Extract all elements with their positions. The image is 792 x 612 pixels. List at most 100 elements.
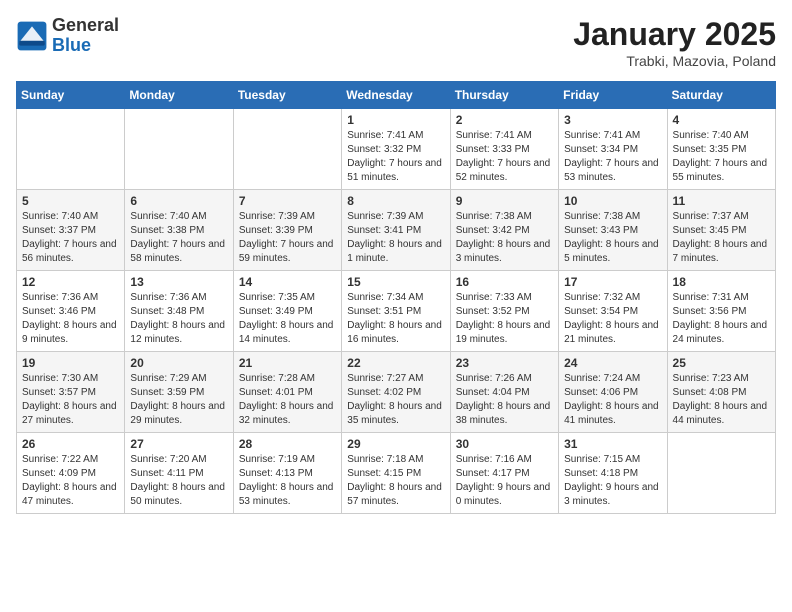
calendar-cell: 19Sunrise: 7:30 AM Sunset: 3:57 PM Dayli… <box>17 352 125 433</box>
day-info: Sunrise: 7:39 AM Sunset: 3:39 PM Dayligh… <box>239 210 336 266</box>
day-number: 29 <box>347 437 444 451</box>
weekday-header-row: SundayMondayTuesdayWednesdayThursdayFrid… <box>17 82 776 109</box>
day-number: 19 <box>22 356 119 370</box>
calendar-week-4: 19Sunrise: 7:30 AM Sunset: 3:57 PM Dayli… <box>17 352 776 433</box>
calendar-cell: 13Sunrise: 7:36 AM Sunset: 3:48 PM Dayli… <box>125 271 233 352</box>
day-info: Sunrise: 7:32 AM Sunset: 3:54 PM Dayligh… <box>564 291 661 347</box>
calendar-cell: 20 Sunrise: 7:29 AM Sunset: 3:59 PM Dayli… <box>125 352 233 433</box>
weekday-wednesday: Wednesday <box>342 82 450 109</box>
calendar-cell <box>233 109 341 190</box>
day-info: Sunrise: 7:41 AM Sunset: 3:34 PM Dayligh… <box>564 129 661 185</box>
day-number: 17 <box>564 275 661 289</box>
calendar-cell: 15 Sunrise: 7:34 AM Sunset: 3:51 PM Dayli… <box>342 271 450 352</box>
calendar-cell: 2Sunrise: 7:41 AM Sunset: 3:33 PM Daylig… <box>450 109 558 190</box>
calendar-cell: 6 Sunrise: 7:40 AM Sunset: 3:38 PM Daylig… <box>125 190 233 271</box>
day-info: Sunrise: 7:24 AM Sunset: 4:06 PM Dayligh… <box>564 372 661 428</box>
calendar-cell: 10 Sunrise: 7:38 AM Sunset: 3:43 PM Dayli… <box>559 190 667 271</box>
day-number: 31 <box>564 437 661 451</box>
day-number: 16 <box>456 275 553 289</box>
calendar-cell: 18Sunrise: 7:31 AM Sunset: 3:56 PM Dayli… <box>667 271 775 352</box>
month-title: January 2025 <box>573 16 776 53</box>
calendar-cell: 22 Sunrise: 7:27 AM Sunset: 4:02 PM Dayli… <box>342 352 450 433</box>
day-info: Sunrise: 7:33 AM Sunset: 3:52 PM Dayligh… <box>456 291 553 347</box>
day-number: 18 <box>673 275 770 289</box>
calendar-week-3: 12Sunrise: 7:36 AM Sunset: 3:46 PM Dayli… <box>17 271 776 352</box>
calendar-cell <box>17 109 125 190</box>
calendar-cell: 24Sunrise: 7:24 AM Sunset: 4:06 PM Dayli… <box>559 352 667 433</box>
day-info: Sunrise: 7:28 AM Sunset: 4:01 PM Dayligh… <box>239 372 336 428</box>
calendar-week-1: 1 Sunrise: 7:41 AM Sunset: 3:32 PM Daylig… <box>17 109 776 190</box>
calendar-cell: 23 Sunrise: 7:26 AM Sunset: 4:04 PM Dayli… <box>450 352 558 433</box>
calendar-week-2: 5 Sunrise: 7:40 AM Sunset: 3:37 PM Daylig… <box>17 190 776 271</box>
day-info: Sunrise: 7:22 AM Sunset: 4:09 PM Dayligh… <box>22 453 119 509</box>
day-number: 30 <box>456 437 553 451</box>
weekday-saturday: Saturday <box>667 82 775 109</box>
day-info: Sunrise: 7:36 AM Sunset: 3:46 PM Dayligh… <box>22 291 119 347</box>
day-info: Sunrise: 7:15 AM Sunset: 4:18 PM Dayligh… <box>564 453 661 509</box>
day-info: Sunrise: 7:40 AM Sunset: 3:37 PM Dayligh… <box>22 210 119 266</box>
calendar-cell: 4 Sunrise: 7:40 AM Sunset: 3:35 PM Daylig… <box>667 109 775 190</box>
day-info: Sunrise: 7:18 AM Sunset: 4:15 PM Dayligh… <box>347 453 444 509</box>
calendar-body: 1 Sunrise: 7:41 AM Sunset: 3:32 PM Daylig… <box>17 109 776 514</box>
calendar-cell: 26 Sunrise: 7:22 AM Sunset: 4:09 PM Dayli… <box>17 433 125 514</box>
day-number: 21 <box>239 356 336 370</box>
day-info: Sunrise: 7:41 AM Sunset: 3:33 PM Dayligh… <box>456 129 553 185</box>
day-info: Sunrise: 7:34 AM Sunset: 3:51 PM Dayligh… <box>347 291 444 347</box>
day-info: Sunrise: 7:16 AM Sunset: 4:17 PM Dayligh… <box>456 453 553 509</box>
day-number: 15 <box>347 275 444 289</box>
day-number: 20 <box>130 356 227 370</box>
day-number: 27 <box>130 437 227 451</box>
calendar-cell: 17 Sunrise: 7:32 AM Sunset: 3:54 PM Dayli… <box>559 271 667 352</box>
day-info: Sunrise: 7:19 AM Sunset: 4:13 PM Dayligh… <box>239 453 336 509</box>
day-number: 22 <box>347 356 444 370</box>
calendar-cell: 11 Sunrise: 7:37 AM Sunset: 3:45 PM Dayli… <box>667 190 775 271</box>
calendar-cell: 8Sunrise: 7:39 AM Sunset: 3:41 PM Daylig… <box>342 190 450 271</box>
calendar-cell: 27 Sunrise: 7:20 AM Sunset: 4:11 PM Dayli… <box>125 433 233 514</box>
calendar-week-5: 26 Sunrise: 7:22 AM Sunset: 4:09 PM Dayli… <box>17 433 776 514</box>
logo-general: General <box>52 16 119 36</box>
day-info: Sunrise: 7:29 AM Sunset: 3:59 PM Dayligh… <box>130 372 227 428</box>
day-number: 23 <box>456 356 553 370</box>
calendar-cell: 7Sunrise: 7:39 AM Sunset: 3:39 PM Daylig… <box>233 190 341 271</box>
page-header: General Blue January 2025 Trabki, Mazovi… <box>16 16 776 69</box>
logo: General Blue <box>16 16 119 56</box>
calendar-cell <box>125 109 233 190</box>
day-number: 4 <box>673 113 770 127</box>
day-info: Sunrise: 7:40 AM Sunset: 3:35 PM Dayligh… <box>673 129 770 185</box>
logo-blue: Blue <box>52 36 119 56</box>
day-info: Sunrise: 7:23 AM Sunset: 4:08 PM Dayligh… <box>673 372 770 428</box>
day-info: Sunrise: 7:37 AM Sunset: 3:45 PM Dayligh… <box>673 210 770 266</box>
calendar-table: SundayMondayTuesdayWednesdayThursdayFrid… <box>16 81 776 514</box>
calendar-cell: 28 Sunrise: 7:19 AM Sunset: 4:13 PM Dayli… <box>233 433 341 514</box>
day-info: Sunrise: 7:36 AM Sunset: 3:48 PM Dayligh… <box>130 291 227 347</box>
weekday-monday: Monday <box>125 82 233 109</box>
calendar-cell <box>667 433 775 514</box>
calendar-cell: 30 Sunrise: 7:16 AM Sunset: 4:17 PM Dayli… <box>450 433 558 514</box>
calendar-cell: 1 Sunrise: 7:41 AM Sunset: 3:32 PM Daylig… <box>342 109 450 190</box>
day-number: 6 <box>130 194 227 208</box>
calendar-cell: 31 Sunrise: 7:15 AM Sunset: 4:18 PM Dayli… <box>559 433 667 514</box>
day-number: 26 <box>22 437 119 451</box>
title-block: January 2025 Trabki, Mazovia, Poland <box>573 16 776 69</box>
calendar-cell: 21 Sunrise: 7:28 AM Sunset: 4:01 PM Dayli… <box>233 352 341 433</box>
weekday-sunday: Sunday <box>17 82 125 109</box>
logo-icon <box>16 20 48 52</box>
day-number: 9 <box>456 194 553 208</box>
day-number: 28 <box>239 437 336 451</box>
day-info: Sunrise: 7:41 AM Sunset: 3:32 PM Dayligh… <box>347 129 444 185</box>
logo-text: General Blue <box>52 16 119 56</box>
weekday-friday: Friday <box>559 82 667 109</box>
day-number: 5 <box>22 194 119 208</box>
day-info: Sunrise: 7:38 AM Sunset: 3:43 PM Dayligh… <box>564 210 661 266</box>
day-info: Sunrise: 7:20 AM Sunset: 4:11 PM Dayligh… <box>130 453 227 509</box>
day-info: Sunrise: 7:40 AM Sunset: 3:38 PM Dayligh… <box>130 210 227 266</box>
calendar-cell: 12Sunrise: 7:36 AM Sunset: 3:46 PM Dayli… <box>17 271 125 352</box>
day-info: Sunrise: 7:35 AM Sunset: 3:49 PM Dayligh… <box>239 291 336 347</box>
day-number: 11 <box>673 194 770 208</box>
day-info: Sunrise: 7:26 AM Sunset: 4:04 PM Dayligh… <box>456 372 553 428</box>
day-number: 25 <box>673 356 770 370</box>
calendar-cell: 3Sunrise: 7:41 AM Sunset: 3:34 PM Daylig… <box>559 109 667 190</box>
day-number: 10 <box>564 194 661 208</box>
day-number: 1 <box>347 113 444 127</box>
day-info: Sunrise: 7:27 AM Sunset: 4:02 PM Dayligh… <box>347 372 444 428</box>
